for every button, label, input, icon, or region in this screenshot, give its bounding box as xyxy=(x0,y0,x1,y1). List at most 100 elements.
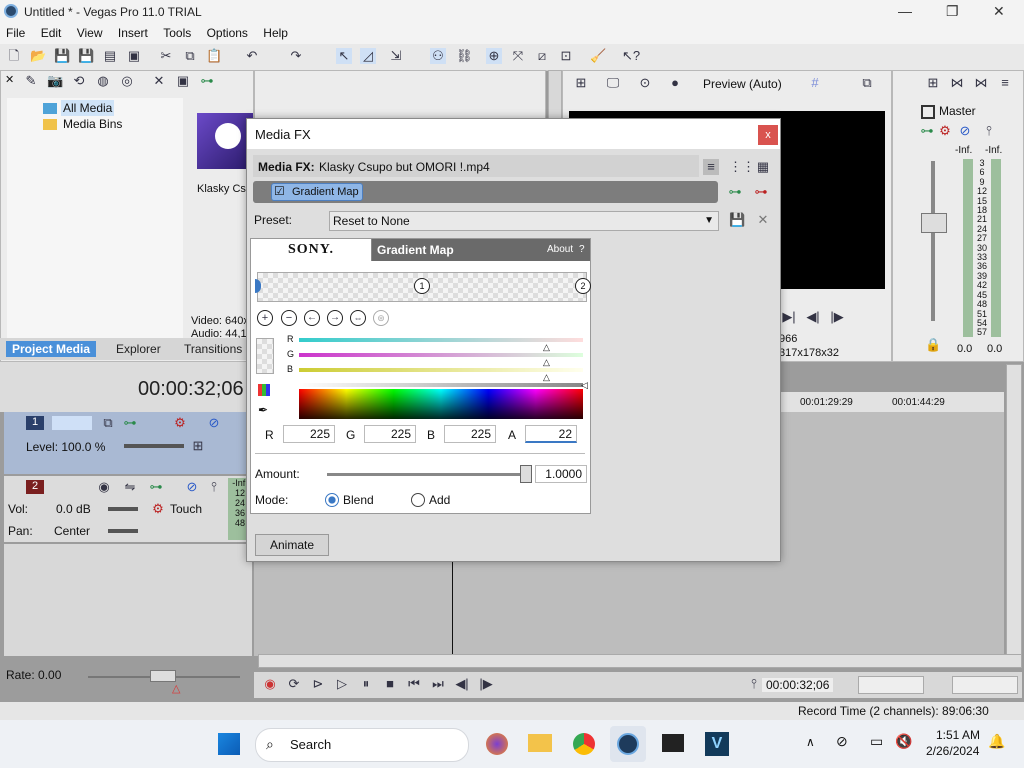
track1-motion-icon[interactable]: ⚙ xyxy=(172,415,188,431)
get-media-icon[interactable]: ⟲ xyxy=(71,73,87,89)
track2-vol-slider[interactable] xyxy=(108,507,138,511)
new-icon[interactable]: 🗋 xyxy=(6,48,22,64)
tree-item-all-media[interactable]: All Media xyxy=(61,100,115,116)
track2-record-icon[interactable]: ◉ xyxy=(96,479,112,495)
distribute-stops-icon[interactable]: ⇔ xyxy=(350,310,366,326)
mode-blend-radio[interactable] xyxy=(325,493,339,507)
move-stop-right-icon[interactable]: → xyxy=(327,310,343,326)
timeline-horizontal-scrollbar[interactable] xyxy=(258,654,1022,668)
channel-g-thumb[interactable]: △ xyxy=(543,357,550,368)
channel-b-slider[interactable] xyxy=(299,368,583,372)
tree-item-media-bins[interactable]: Media Bins xyxy=(63,117,122,131)
tray-chevron-up-icon[interactable]: ∧ xyxy=(806,735,815,749)
auto-crossfade-icon[interactable]: ⧄ xyxy=(534,48,550,64)
properties-icon[interactable]: ▣ xyxy=(126,48,142,64)
mode-add-label[interactable]: Add xyxy=(429,493,450,507)
taskbar-search[interactable]: ⌕ Search xyxy=(255,728,469,762)
color-swatch[interactable] xyxy=(256,338,274,374)
master-fx-icon[interactable]: ⊶ xyxy=(919,123,935,139)
audio-track-2[interactable]: 2 ◉ ⇋ ⊶ ⊘ ⫯ Vol: 0.0 dB ⚙ Touch Pan: Cen… xyxy=(4,476,252,542)
zoom-edit-icon[interactable]: ⊡ xyxy=(558,48,574,64)
reverse-stops-icon[interactable]: ⊛ xyxy=(373,310,389,326)
rate-slider-knob[interactable] xyxy=(150,670,176,682)
auto-ripple-icon[interactable]: ⚇ xyxy=(430,48,446,64)
cleanup-icon[interactable]: 🧹 xyxy=(590,48,606,64)
go-to-start-icon[interactable]: ⏮ xyxy=(406,676,422,692)
capture-icon[interactable]: 📷 xyxy=(47,73,63,89)
downmix-icon[interactable]: ⋈ xyxy=(949,75,965,91)
add-stop-icon[interactable]: + xyxy=(257,310,273,326)
render-icon[interactable]: ▤ xyxy=(102,48,118,64)
crossfade-icon[interactable]: ⤧ xyxy=(510,48,526,64)
vegas-taskbar-icon[interactable] xyxy=(610,726,646,762)
project-properties-icon[interactable]: ⊞ xyxy=(573,75,589,91)
track1-name-field[interactable] xyxy=(52,416,92,430)
remove-media-icon[interactable]: ✕ xyxy=(151,73,167,89)
master-options-icon[interactable]: ≡ xyxy=(997,75,1013,91)
stop-icon[interactable]: ■ xyxy=(382,676,398,692)
selection-length-field[interactable] xyxy=(952,676,1018,694)
prev-frame-icon[interactable]: ▶| xyxy=(781,309,797,325)
grid-icon[interactable]: # xyxy=(807,75,823,91)
gradient-stop-2[interactable]: 2 xyxy=(575,278,591,294)
pause-icon[interactable]: ⏸ xyxy=(358,676,374,692)
fx-view-list-icon[interactable]: ≡ xyxy=(703,159,719,175)
selection-tool-icon[interactable]: ⇲ xyxy=(388,48,404,64)
track2-solo-icon[interactable]: ⫯ xyxy=(206,479,222,495)
vegas-v-icon[interactable]: V xyxy=(705,732,729,756)
redo-icon[interactable]: ↷ xyxy=(288,48,304,64)
add-plugin-icon[interactable]: ⊶ xyxy=(727,184,743,200)
clock-time[interactable]: 1:51 AM xyxy=(936,728,980,742)
search-media-icon[interactable]: ◎ xyxy=(119,73,135,89)
menu-help[interactable]: Help xyxy=(257,24,294,42)
menu-view[interactable]: View xyxy=(71,24,109,42)
g-value-field[interactable]: 225 xyxy=(364,425,416,443)
alpha-slider[interactable] xyxy=(299,383,583,387)
master-gear-icon[interactable]: ⚙ xyxy=(937,123,953,139)
track1-level-slider[interactable] xyxy=(124,444,184,448)
about-link[interactable]: About xyxy=(547,239,573,261)
envelope-tool-icon[interactable]: ◿ xyxy=(360,48,376,64)
web-icon[interactable]: ◍ xyxy=(95,73,111,89)
external-monitor-icon[interactable]: 🖵 xyxy=(605,75,621,91)
amount-value-field[interactable]: 1.0000 xyxy=(535,465,587,483)
overlays-icon[interactable]: ● xyxy=(667,75,683,91)
move-stop-left-icon[interactable]: ← xyxy=(304,310,320,326)
track1-expand-icon[interactable]: ⊞ xyxy=(190,438,206,454)
menu-edit[interactable]: Edit xyxy=(35,24,68,42)
channel-g-slider[interactable] xyxy=(299,353,583,357)
fx-enabled-check-icon[interactable]: ☑ xyxy=(274,183,285,199)
volume-icon[interactable]: 🔇 xyxy=(895,733,912,750)
track2-automation-icon[interactable]: ⚙ xyxy=(150,501,166,517)
import-media-icon[interactable]: ✎ xyxy=(23,73,39,89)
media-properties-icon[interactable]: ▣ xyxy=(175,73,191,89)
b-value-field[interactable]: 225 xyxy=(444,425,496,443)
remove-plugin-icon[interactable]: ⊶ xyxy=(753,184,769,200)
r-value-field[interactable]: 225 xyxy=(283,425,335,443)
normal-edit-tool-icon[interactable]: ↖ xyxy=(336,48,352,64)
save-as-icon[interactable]: 💾 xyxy=(78,48,94,64)
amount-slider-track[interactable] xyxy=(327,473,527,476)
preview-quality-select[interactable]: Preview (Auto) xyxy=(703,77,782,91)
record-icon[interactable]: ◉ xyxy=(262,676,278,692)
panel-close-icon[interactable]: ✕ xyxy=(5,73,14,86)
animate-button[interactable]: Animate xyxy=(255,534,329,556)
firefox-icon[interactable] xyxy=(486,733,508,755)
master-properties-icon[interactable]: ⊞ xyxy=(925,75,941,91)
amount-slider-thumb[interactable] xyxy=(520,465,532,483)
notifications-bell-icon[interactable]: 🔔 xyxy=(988,733,1005,750)
mode-add-radio[interactable] xyxy=(411,493,425,507)
chrome-icon[interactable] xyxy=(573,733,595,755)
timeline-vertical-scrollbar[interactable] xyxy=(1006,364,1022,658)
track2-pan-slider[interactable] xyxy=(108,529,138,533)
prev-frame-button-icon[interactable]: ◀| xyxy=(454,676,470,692)
media-fx-close-button[interactable]: x xyxy=(758,125,778,145)
maximize-button[interactable]: ❐ xyxy=(946,3,959,20)
master-mute-icon[interactable]: ⊘ xyxy=(957,123,973,139)
snapping-icon[interactable]: ⊕ xyxy=(486,48,502,64)
tab-explorer[interactable]: Explorer xyxy=(116,342,161,356)
step-back-icon[interactable]: ◀| xyxy=(805,309,821,325)
eyedropper-icon[interactable]: ✒ xyxy=(258,403,268,417)
video-track-1[interactable]: 1 ⧉ ⊶ ⚙ ⊘ Level: 100.0 % ⊞ xyxy=(4,412,252,474)
go-to-end-icon[interactable]: ⏭ xyxy=(430,676,446,692)
